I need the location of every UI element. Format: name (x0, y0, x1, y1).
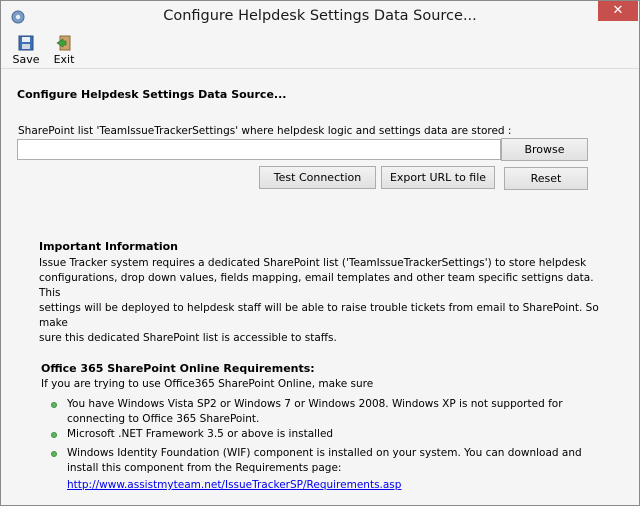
close-button[interactable]: ✕ (598, 1, 638, 21)
requirement-item: You have Windows Vista SP2 or Windows 7 … (51, 397, 611, 427)
requirement-item: Microsoft .NET Framework 3.5 or above is… (51, 427, 611, 442)
test-connection-button[interactable]: Test Connection (259, 166, 376, 189)
save-button[interactable]: Save (7, 34, 45, 66)
floppy-disk-icon (18, 35, 34, 51)
export-url-button[interactable]: Export URL to file (381, 166, 495, 189)
exit-label: Exit (53, 53, 75, 66)
url-field-label: SharePoint list 'TeamIssueTrackerSetting… (18, 125, 512, 137)
dialog-window: Configure Helpdesk Settings Data Source.… (0, 0, 640, 506)
important-info-text: Issue Tracker system requires a dedicate… (39, 256, 604, 346)
requirement-item: Windows Identity Foundation (WIF) compon… (51, 446, 611, 476)
title-bar[interactable]: Configure Helpdesk Settings Data Source.… (1, 1, 639, 32)
page-heading: Configure Helpdesk Settings Data Source.… (17, 88, 287, 101)
info-line: settings will be deployed to helpdesk st… (39, 302, 599, 329)
toolbar: Save Exit (1, 32, 639, 69)
requirement-line: connecting to Office 365 SharePoint. (67, 413, 260, 425)
browse-button[interactable]: Browse (501, 138, 588, 161)
requirement-line: Windows Identity Foundation (WIF) compon… (67, 447, 582, 459)
requirements-title: Office 365 SharePoint Online Requirement… (41, 362, 315, 375)
reset-button[interactable]: Reset (504, 167, 588, 190)
save-label: Save (12, 53, 40, 66)
info-line: configurations, drop down values, fields… (39, 272, 594, 299)
bullet-icon (51, 451, 57, 457)
requirements-link[interactable]: http://www.assistmyteam.net/IssueTracker… (67, 479, 401, 491)
info-line: sure this dedicated SharePoint list is a… (39, 332, 337, 344)
window-title: Configure Helpdesk Settings Data Source.… (163, 8, 477, 24)
bullet-icon (51, 402, 57, 408)
exit-door-icon (56, 35, 71, 51)
requirements-subtitle: If you are trying to use Office365 Share… (41, 378, 374, 390)
requirement-line: Microsoft .NET Framework 3.5 or above is… (67, 428, 334, 440)
requirement-line: You have Windows Vista SP2 or Windows 7 … (67, 398, 563, 410)
info-line: Issue Tracker system requires a dedicate… (39, 257, 587, 269)
requirement-line: install this component from the Requirem… (67, 462, 342, 474)
sharepoint-url-input[interactable] (17, 139, 501, 160)
bullet-icon (51, 432, 57, 438)
exit-button[interactable]: Exit (47, 34, 81, 66)
important-info-title: Important Information (39, 240, 179, 253)
